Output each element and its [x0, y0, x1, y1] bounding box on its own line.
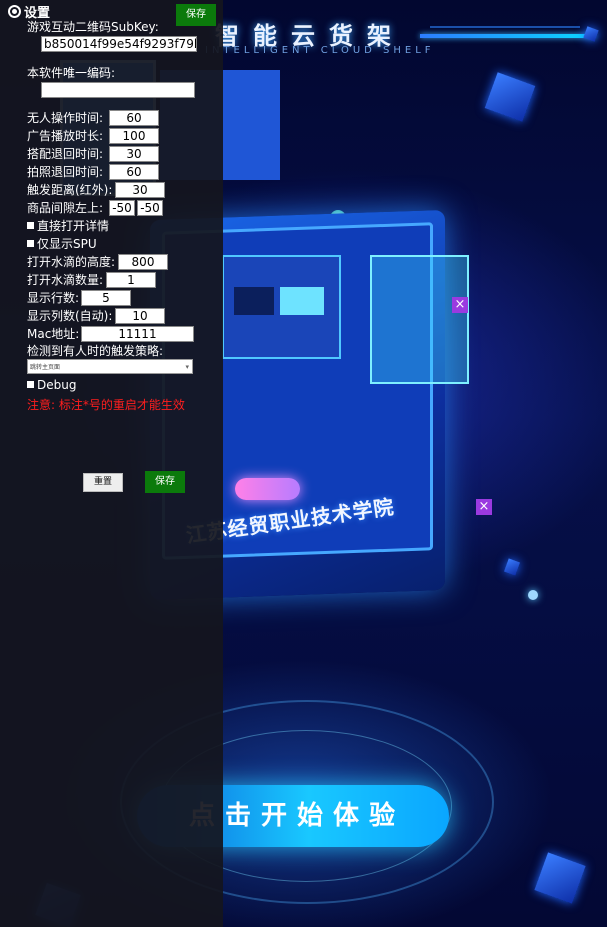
- panel-block: [234, 287, 274, 315]
- idle-time-input[interactable]: 60: [109, 110, 159, 126]
- title-decor-bar: [420, 34, 595, 38]
- close-tag-icon: ×: [476, 499, 492, 515]
- match-return-label: 搭配退回时间:: [27, 147, 104, 161]
- checkbox-box: [27, 381, 34, 388]
- spu-only-label: 仅显示SPU: [37, 237, 97, 251]
- item-gap-left-input[interactable]: -50: [109, 200, 135, 216]
- direct-open-checkbox[interactable]: 直接打开详情: [27, 218, 109, 234]
- idle-time-label: 无人操作时间:: [27, 111, 104, 125]
- close-tag-icon: ×: [452, 297, 468, 313]
- panel-block: [280, 287, 324, 315]
- debug-checkbox[interactable]: Debug: [27, 377, 76, 393]
- unique-code-label: 本软件唯一编码:: [27, 66, 116, 80]
- match-return-input[interactable]: 30: [109, 146, 159, 162]
- unique-code-input[interactable]: [41, 82, 195, 98]
- trigger-distance-input[interactable]: 30: [115, 182, 165, 198]
- chevron-down-icon: ▾: [185, 363, 189, 371]
- strategy-select[interactable]: 跳转主页面 ▾: [27, 359, 193, 374]
- strategy-label: 检测到有人时的触发策略:: [27, 344, 164, 358]
- mac-label: Mac地址:: [27, 327, 80, 341]
- trigger-distance-label: 触发距离(红外):: [27, 183, 113, 197]
- cols-input[interactable]: 10: [115, 308, 165, 324]
- checkbox-box: [27, 240, 34, 247]
- drop-count-label: 打开水滴数量:: [27, 273, 104, 287]
- drop-height-input[interactable]: 800: [118, 254, 168, 270]
- cols-label: 显示列数(自动):: [27, 309, 113, 323]
- subkey-input[interactable]: b850014f99e54f9293f79b: [41, 36, 197, 52]
- illustration-card: [370, 255, 469, 384]
- restart-warning: 注意: 标注*号的重启才能生效: [27, 398, 185, 412]
- reset-button[interactable]: 重置: [83, 473, 123, 492]
- subkey-label: 游戏互动二维码SubKey:: [27, 20, 159, 34]
- spu-only-checkbox[interactable]: 仅显示SPU: [27, 236, 97, 252]
- direct-open-label: 直接打开详情: [37, 219, 110, 233]
- top-save-button[interactable]: 保存: [176, 4, 216, 26]
- photo-return-label: 拍照退回时间:: [27, 165, 104, 179]
- photo-return-input[interactable]: 60: [109, 164, 159, 180]
- drop-height-label: 打开水滴的高度:: [27, 255, 116, 269]
- illustration-pill: [235, 478, 300, 500]
- drop-count-input[interactable]: 1: [106, 272, 156, 288]
- item-gap-top-input[interactable]: -50: [137, 200, 163, 216]
- debug-label: Debug: [37, 378, 77, 392]
- app-subtitle: INTELLIGENT CLOUD SHELF: [205, 45, 435, 56]
- orb-decor: [528, 590, 538, 600]
- rows-input[interactable]: 5: [81, 290, 131, 306]
- checkbox-box: [27, 222, 34, 229]
- settings-panel: 设置 保存 游戏互动二维码SubKey: b850014f99e54f9293f…: [0, 0, 223, 927]
- illustration-user-panel: [222, 255, 341, 359]
- gear-icon: [8, 5, 21, 18]
- mac-input[interactable]: 11111: [81, 326, 194, 342]
- ad-duration-label: 广告播放时长:: [27, 129, 104, 143]
- item-gap-label: 商品间隙左上:: [27, 201, 104, 215]
- bottom-save-button[interactable]: 保存: [145, 471, 185, 493]
- rows-label: 显示行数:: [27, 291, 80, 305]
- title-decor-line: [430, 26, 580, 28]
- ad-duration-input[interactable]: 100: [109, 128, 159, 144]
- strategy-selected-value: 跳转主页面: [30, 364, 61, 371]
